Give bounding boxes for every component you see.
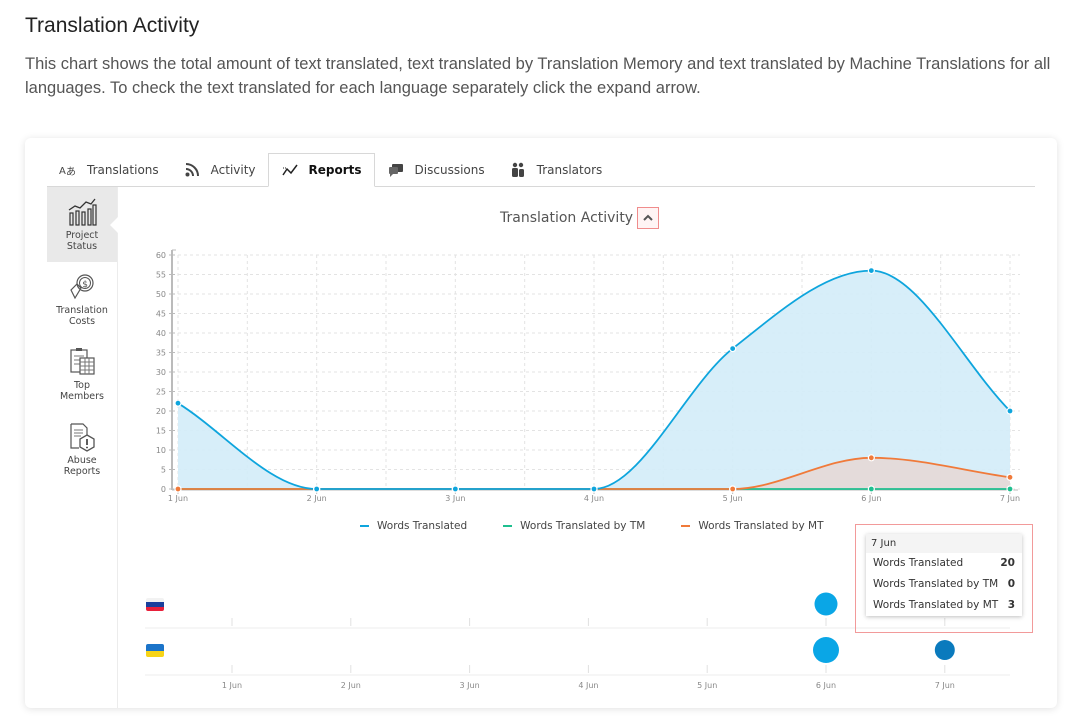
x-tick-label: 6 Jun	[816, 681, 836, 690]
x-tick-label: 7 Jun	[935, 681, 955, 690]
ua-flag	[146, 644, 164, 657]
x-tick-label: 1 Jun	[222, 681, 242, 690]
reports-card: Aあ Translations Activity Reports Discuss…	[25, 138, 1057, 708]
bubble-russian	[814, 592, 838, 616]
tooltip-row: Words Translated 20	[873, 557, 1015, 569]
tooltip-row: Words Translated by MT 3	[873, 599, 1015, 611]
bubble-ukrainian	[813, 637, 839, 663]
chart-tooltip: 7 Jun Words Translated 20 Words Translate…	[866, 534, 1022, 616]
bubble-ukrainian	[934, 640, 955, 660]
page-title: Translation Activity	[25, 14, 200, 37]
x-tick-label: 4 Jun	[578, 681, 598, 690]
ru-flag	[146, 598, 164, 611]
x-tick-label: 5 Jun	[697, 681, 717, 690]
tooltip-row: Words Translated by TM 0	[873, 578, 1015, 590]
tooltip-date: 7 Jun	[866, 534, 1022, 553]
x-tick-label: 3 Jun	[460, 681, 480, 690]
x-tick-label: 2 Jun	[341, 681, 361, 690]
page-description: This chart shows the total amount of tex…	[25, 55, 1051, 97]
